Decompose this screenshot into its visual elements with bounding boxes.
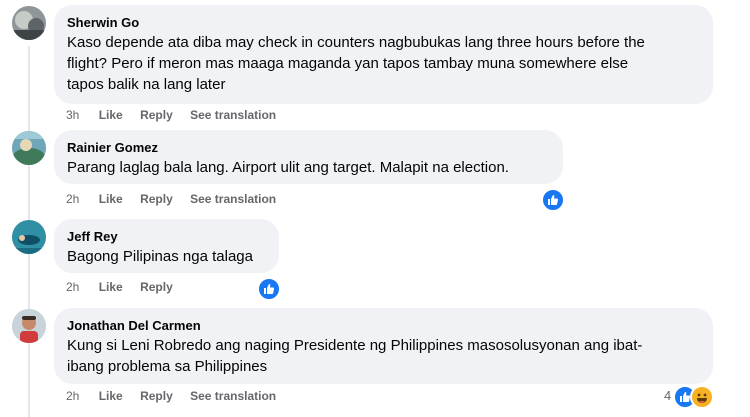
reaction-count[interactable]: 4	[664, 388, 671, 404]
comment-author[interactable]: Sherwin Go	[67, 14, 700, 31]
comment-actions: 2h Like Reply	[66, 279, 187, 295]
comment-text: Bagong Pilipinas nga talaga	[67, 248, 253, 265]
comment-bubble: Jonathan Del Carmen Kung si Leni Robredo…	[54, 308, 713, 384]
comment-actions: 2h Like Reply See translation	[66, 191, 290, 207]
comment-timestamp[interactable]: 2h	[66, 192, 79, 206]
like-button[interactable]: Like	[99, 280, 123, 294]
like-button[interactable]: Like	[99, 192, 123, 206]
avatar[interactable]	[12, 309, 46, 343]
comment-actions: 2h Like Reply See translation	[66, 388, 290, 404]
comment-text: Kaso depende ata diba may check in count…	[67, 34, 645, 93]
comment-timestamp[interactable]: 2h	[66, 389, 79, 403]
avatar[interactable]	[12, 220, 46, 254]
avatar[interactable]	[12, 6, 46, 40]
reply-button[interactable]: Reply	[140, 389, 173, 403]
reply-button[interactable]: Reply	[140, 108, 173, 122]
comment-author[interactable]: Jonathan Del Carmen	[67, 317, 700, 334]
comment-timestamp[interactable]: 3h	[66, 108, 79, 122]
comment-bubble: Sherwin Go Kaso depende ata diba may che…	[54, 5, 713, 104]
like-button[interactable]: Like	[99, 389, 123, 403]
comment-author[interactable]: Rainier Gomez	[67, 139, 550, 156]
comment-timestamp[interactable]: 2h	[66, 280, 79, 294]
comment-text: Kung si Leni Robredo ang naging Presiden…	[67, 337, 643, 375]
see-translation-link[interactable]: See translation	[190, 389, 276, 403]
comment-author[interactable]: Jeff Rey	[67, 228, 266, 245]
comment-actions: 3h Like Reply See translation	[66, 107, 290, 123]
see-translation-link[interactable]: See translation	[190, 108, 276, 122]
reply-button[interactable]: Reply	[140, 192, 173, 206]
haha-icon[interactable]	[690, 385, 714, 409]
like-button[interactable]: Like	[99, 108, 123, 122]
see-translation-link[interactable]: See translation	[190, 192, 276, 206]
comment-bubble: Rainier Gomez Parang laglag bala lang. A…	[54, 130, 563, 184]
like-icon[interactable]	[541, 188, 565, 212]
comment-bubble: Jeff Rey Bagong Pilipinas nga talaga	[54, 219, 279, 273]
comment-text: Parang laglag bala lang. Airport ulit an…	[67, 159, 509, 176]
reply-button[interactable]: Reply	[140, 280, 173, 294]
like-icon[interactable]	[257, 277, 281, 301]
avatar[interactable]	[12, 131, 46, 165]
